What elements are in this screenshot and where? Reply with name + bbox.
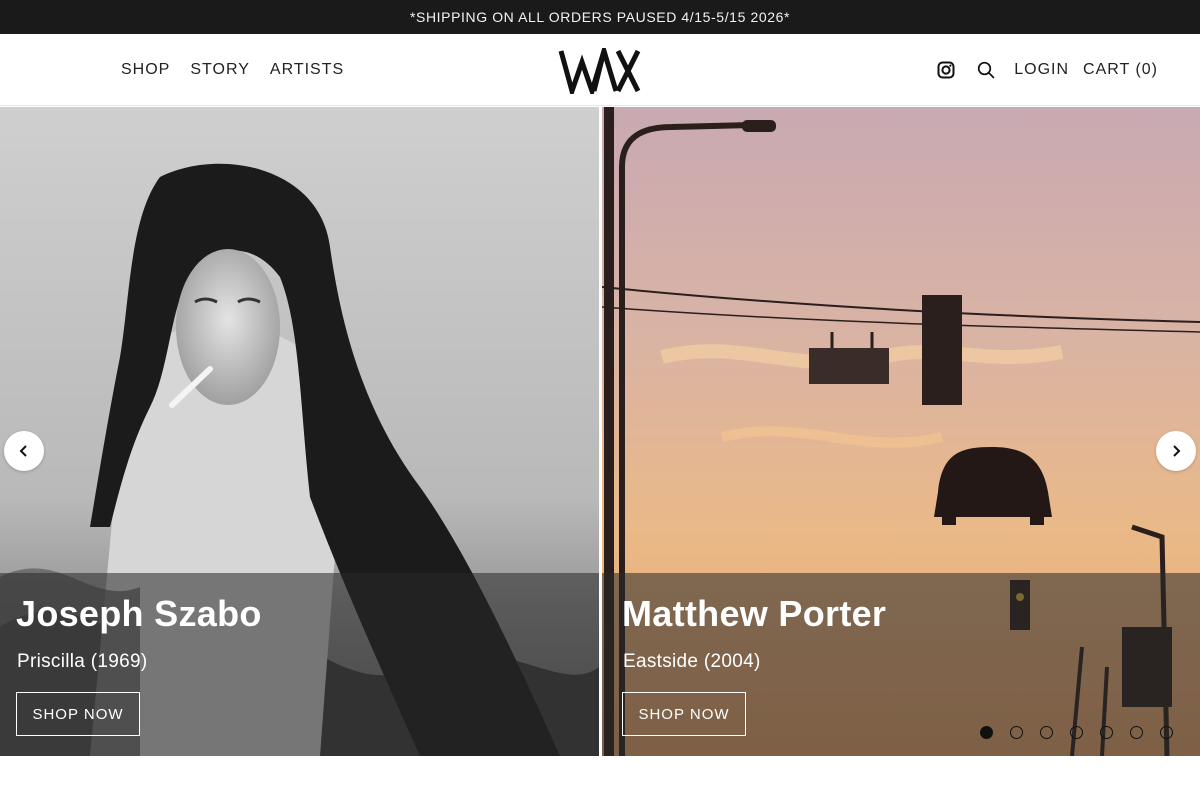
artwork-title: Eastside (2004) [623, 651, 761, 672]
announcement-bar: *SHIPPING ON ALL ORDERS PAUSED 4/15-5/15… [0, 0, 1200, 34]
chevron-right-icon [1173, 445, 1181, 457]
slide-caption: Joseph Szabo Priscilla (1969) SHOP NOW [0, 573, 599, 756]
carousel-pagination [980, 726, 1173, 739]
carousel-dot-3[interactable] [1040, 726, 1053, 739]
instagram-icon[interactable] [936, 60, 956, 80]
primary-nav: SHOP STORY ARTISTS [121, 34, 344, 106]
wax-logo[interactable] [558, 41, 642, 100]
shop-now-button[interactable]: SHOP NOW [622, 692, 746, 736]
carousel-dot-2[interactable] [1010, 726, 1023, 739]
carousel-dot-4[interactable] [1070, 726, 1083, 739]
carousel-dot-7[interactable] [1160, 726, 1173, 739]
search-icon[interactable] [976, 60, 996, 80]
utility-nav: LOGIN CART (0) [936, 34, 1158, 106]
site-header: SHOP STORY ARTISTS LOGIN CART (0) [0, 34, 1200, 106]
hero-slide-joseph-szabo: Joseph Szabo Priscilla (1969) SHOP NOW [0, 107, 599, 756]
carousel-dot-6[interactable] [1130, 726, 1143, 739]
artwork-title: Priscilla (1969) [17, 651, 148, 672]
hero-carousel: Joseph Szabo Priscilla (1969) SHOP NOW M… [0, 107, 1200, 756]
cart-link[interactable]: CART (0) [1083, 61, 1158, 79]
wax-logo-mark [558, 41, 641, 100]
announcement-text: *SHIPPING ON ALL ORDERS PAUSED 4/15-5/15… [409, 9, 791, 25]
nav-artists[interactable]: ARTISTS [270, 61, 344, 79]
nav-shop[interactable]: SHOP [121, 61, 170, 79]
chevron-left-icon [19, 445, 27, 457]
login-link[interactable]: LOGIN [1014, 61, 1069, 79]
hero-slide-matthew-porter: Matthew Porter Eastside (2004) SHOP NOW [602, 107, 1200, 756]
carousel-prev-button[interactable] [4, 431, 44, 471]
carousel-dot-1[interactable] [980, 726, 993, 739]
carousel-next-button[interactable] [1156, 431, 1196, 471]
artist-name: Matthew Porter [622, 593, 887, 634]
shop-now-button[interactable]: SHOP NOW [16, 692, 140, 736]
nav-story[interactable]: STORY [190, 61, 250, 79]
artist-name: Joseph Szabo [16, 593, 262, 634]
carousel-dot-5[interactable] [1100, 726, 1113, 739]
